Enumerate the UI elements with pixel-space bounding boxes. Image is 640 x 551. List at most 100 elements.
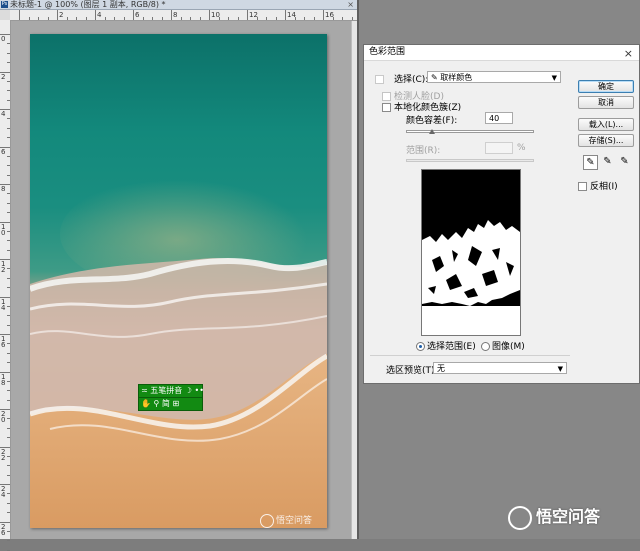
ruler-left-label: 10	[1, 222, 6, 237]
radio-selection-option[interactable]: 选择范围(E)	[416, 339, 476, 352]
ruler-tick	[152, 17, 153, 20]
hand-icon[interactable]: ✋	[141, 398, 151, 410]
ime-moon-icon[interactable]: ☽ ••	[185, 385, 204, 397]
document-close-icon[interactable]: ×	[347, 0, 354, 9]
ruler-left-label: 4	[1, 110, 6, 118]
range-unit: %	[517, 143, 526, 153]
ruler-vertical[interactable]: 0 2 4 6 8 10 12 14 16 18 20 22 24 26	[0, 20, 11, 551]
beach-photo	[30, 34, 327, 528]
ruler-tick	[7, 305, 10, 307]
ruler-tick	[0, 521, 10, 523]
ruler-left-label: 26	[1, 522, 6, 537]
ruler-tick	[7, 43, 10, 45]
eyedropper-icon[interactable]: ✎	[583, 155, 598, 170]
save-button[interactable]: 存储(S)...	[578, 134, 634, 147]
ruler-tick	[7, 212, 10, 214]
ruler-top-label: 2	[59, 11, 64, 19]
ruler-tick	[7, 268, 10, 270]
ruler-tick	[47, 17, 49, 20]
ruler-tick	[7, 62, 10, 64]
ime-simplified[interactable]: 简 ⊞	[162, 398, 179, 410]
ruler-tick	[7, 230, 10, 232]
eyedropper-minus-icon[interactable]: ✎	[617, 155, 632, 170]
ruler-tick	[0, 446, 10, 448]
ruler-tick	[228, 17, 229, 20]
ruler-tick	[133, 10, 134, 20]
ime-label[interactable]: 五笔拼音	[150, 385, 182, 397]
ruler-tick	[7, 474, 10, 476]
ruler-tick	[7, 427, 10, 429]
ruler-tick	[114, 17, 115, 20]
ruler-tick	[304, 17, 305, 20]
ruler-left-label: 8	[1, 185, 6, 193]
localized-clusters-option[interactable]: 本地化颜色簇(Z)	[382, 100, 461, 113]
zoom-icon[interactable]: ⚲	[154, 398, 160, 410]
invert-checkbox[interactable]	[578, 182, 587, 191]
ruler-origin[interactable]	[0, 10, 10, 20]
dialog-title-bar[interactable]: 色彩范围 ×	[364, 45, 639, 61]
watermark-logo-icon	[260, 513, 274, 528]
radio-image[interactable]	[481, 342, 490, 351]
ruler-tick	[247, 10, 248, 20]
load-button[interactable]: 载入(L)...	[578, 118, 634, 131]
ruler-tick	[7, 540, 10, 542]
watermark-small: 悟空问答	[260, 513, 312, 528]
ruler-tick	[256, 17, 258, 20]
ruler-tick	[0, 184, 10, 185]
photoshop-icon: Ps	[1, 1, 8, 8]
document-title-bar[interactable]: Ps 未标题-1 @ 100% (图层 1 副本, RGB/8) * ×	[0, 0, 357, 10]
ruler-tick	[7, 437, 10, 439]
range-slider	[406, 159, 534, 162]
watermark-large-text: 悟空问答	[536, 507, 601, 526]
eyedropper-plus-icon[interactable]: ✎	[600, 155, 615, 170]
ruler-tick	[7, 52, 10, 54]
ruler-tick	[7, 127, 10, 129]
invert-option[interactable]: 反相(I)	[578, 179, 618, 192]
ruler-tick	[7, 277, 10, 279]
ruler-tick	[7, 315, 10, 317]
ruler-tick	[7, 399, 10, 401]
selection-preview-dropdown[interactable]: 无 ▼	[433, 362, 567, 374]
ruler-tick	[7, 193, 10, 195]
ruler-left-label: 14	[1, 297, 6, 312]
ruler-tick	[7, 493, 10, 495]
ime-toolbar[interactable]: ≍ 五笔拼音 ☽ •• ✋ ⚲ 简 ⊞	[138, 384, 204, 411]
ruler-horizontal[interactable]: 2 4 6 8 10 12 14 16	[10, 10, 357, 21]
ruler-tick	[323, 10, 324, 20]
radio-image-option[interactable]: 图像(M)	[481, 339, 525, 352]
ruler-tick	[171, 10, 172, 20]
ruler-tick	[190, 17, 191, 20]
ruler-tick	[7, 512, 10, 514]
ruler-tick	[7, 174, 10, 176]
ruler-top-label: 8	[173, 11, 178, 19]
ruler-tick	[0, 71, 10, 73]
dialog-close-icon[interactable]: ×	[624, 46, 633, 61]
ruler-tick	[7, 465, 10, 467]
ruler-tick	[7, 118, 10, 120]
ok-button[interactable]: 确定	[578, 80, 634, 93]
ruler-left-label: 24	[1, 485, 6, 499]
ruler-tick	[85, 17, 87, 20]
watermark-small-text: 悟空问答	[276, 516, 313, 526]
radio-selection-label: 选择范围(E)	[427, 342, 476, 352]
fuzziness-slider[interactable]	[406, 130, 534, 133]
ruler-left-label: 18	[1, 372, 6, 387]
ruler-tick	[0, 109, 10, 110]
ruler-tick	[0, 296, 10, 298]
localized-clusters-checkbox[interactable]	[382, 103, 391, 112]
radio-selection[interactable]	[416, 342, 425, 351]
cancel-button[interactable]: 取消	[578, 96, 634, 109]
fuzziness-slider-thumb[interactable]	[428, 129, 435, 134]
ruler-tick	[7, 137, 10, 139]
ruler-left-label: 20	[1, 410, 6, 424]
select-dropdown[interactable]: ✎ 取样颜色 ▼	[427, 71, 561, 83]
fuzziness-input[interactable]: 40	[485, 112, 513, 124]
ruler-tick	[142, 17, 144, 20]
ruler-tick	[95, 10, 96, 20]
panel-divider[interactable]	[357, 0, 359, 539]
select-value: 取样颜色	[440, 73, 473, 82]
ruler-tick	[0, 409, 10, 410]
ruler-tick	[0, 334, 10, 335]
ime-mode-icon[interactable]: ≍	[141, 385, 148, 397]
chevron-down-icon: ▼	[551, 74, 557, 82]
